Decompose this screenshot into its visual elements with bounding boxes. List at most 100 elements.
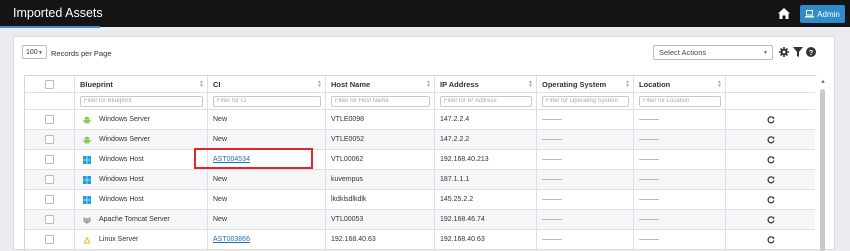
column-header-blueprint[interactable]: Blueprint ▲ ▼ (75, 76, 208, 92)
blueprint-cell: Apache Tomcat Server (75, 210, 208, 229)
ci-link[interactable]: AST003866 (213, 236, 250, 243)
row-checkbox[interactable] (45, 175, 54, 184)
table-row[interactable]: Windows Server New VTLE0052 147.2.2.2 ——… (25, 130, 815, 150)
column-header-ip-address[interactable]: IP Address ▲ ▼ (435, 76, 537, 92)
host-name-cell: VTL00053 (326, 210, 435, 229)
operating-system-cell: ——— (537, 130, 634, 149)
operating-system-cell: ——— (537, 190, 634, 209)
scrollbar-thumb[interactable] (820, 89, 825, 251)
top-bar: Imported Assets Admin (0, 0, 850, 28)
page-size-value: 100 (26, 48, 38, 56)
filter-cell (537, 93, 634, 109)
table-row[interactable]: Windows Host New kuvempus 187.1.1.1 ——— … (25, 170, 815, 190)
ip-address-value: 147.2.2.4 (440, 116, 470, 123)
table-row[interactable]: Linux Server AST003866 192.168.40.63 192… (25, 230, 815, 250)
location-cell: ——— (634, 190, 726, 209)
ip-address-cell: 145.25.2.2 (435, 190, 537, 209)
filter-cell (75, 93, 208, 109)
scroll-up-arrow-icon[interactable]: ▲ (820, 79, 826, 85)
windows-icon (83, 195, 91, 204)
ip-address-cell: 192.168.46.74 (435, 210, 537, 229)
operating-system-cell: ——— (537, 110, 634, 129)
row-checkbox[interactable] (45, 215, 54, 224)
table-row[interactable]: Windows Server New VTLE0098 147.2.2.4 ——… (25, 110, 815, 130)
refresh-icon[interactable] (767, 195, 775, 204)
chevron-down-icon: ▼ (763, 50, 768, 56)
operating-system-cell: ——— (537, 230, 634, 249)
filter-ci-input[interactable] (213, 95, 321, 107)
ci-value: New (213, 116, 228, 123)
filter-host-name-input[interactable] (331, 95, 430, 107)
vertical-scrollbar[interactable]: ▲ (820, 79, 826, 251)
operating-system-value: ——— (542, 136, 562, 143)
ci-value: New (213, 196, 228, 203)
row-select-cell (25, 130, 75, 149)
ci-value: New (213, 176, 228, 183)
select-all-checkbox[interactable] (45, 79, 54, 89)
records-per-page-label: Records per Page (51, 49, 112, 58)
blueprint-cell: Windows Server (75, 110, 208, 129)
sort-icon: ▲ ▼ (199, 79, 204, 89)
android-icon (83, 116, 91, 124)
ci-cell: New (208, 110, 326, 129)
table-row[interactable]: Windows Host AST004534 VTL00062 192.168.… (25, 150, 815, 170)
ip-address-value: 145.25.2.2 (440, 196, 474, 203)
page-title: Imported Assets (13, 6, 103, 20)
table-row[interactable]: Apache Tomcat Server New VTL00053 192.16… (25, 210, 815, 230)
row-checkbox[interactable] (45, 135, 54, 144)
location-value: ——— (639, 156, 659, 163)
table-row[interactable]: Windows Host New lkdklsdlkdlk 145.25.2.2… (25, 190, 815, 210)
column-header-ci[interactable]: CI ▲ ▼ (208, 76, 326, 92)
svg-text:?: ? (809, 48, 814, 57)
table-filter-row (25, 93, 815, 110)
filter-cell (634, 93, 726, 109)
sort-icon: ▲ ▼ (528, 79, 533, 89)
column-header-host-name[interactable]: Host Name ▲ ▼ (326, 76, 435, 92)
filter-cell (326, 93, 435, 109)
row-checkbox[interactable] (45, 115, 54, 124)
refresh-icon[interactable] (767, 235, 775, 244)
page-size-select[interactable]: 100 ▼ (22, 45, 47, 59)
filter-operating-system-input[interactable] (542, 95, 629, 107)
ci-value: New (213, 216, 228, 223)
ip-address-value: 187.1.1.1 (440, 176, 470, 183)
row-actions-cell (726, 210, 815, 229)
refresh-icon[interactable] (767, 215, 775, 224)
header-select-all-cell (25, 76, 75, 92)
ip-address-cell: 192.168.40.63 (435, 230, 537, 249)
operating-system-value: ——— (542, 116, 562, 123)
sort-icon: ▲ ▼ (717, 79, 722, 89)
assets-table: Blueprint ▲ ▼ CI ▲ ▼ Host Name ▲ ▼ IP Address ▲… (24, 75, 815, 251)
column-header-location[interactable]: Location ▲ ▼ (634, 76, 726, 92)
ip-address-value: 192.168.46.74 (440, 216, 485, 223)
row-actions-cell (726, 150, 815, 169)
row-checkbox[interactable] (45, 195, 54, 204)
filter-location-input[interactable] (639, 95, 721, 107)
admin-button[interactable]: Admin (800, 5, 845, 23)
blueprint-name: Windows Server (99, 136, 150, 143)
refresh-icon[interactable] (767, 155, 775, 164)
filter-icon[interactable] (793, 47, 803, 57)
row-checkbox[interactable] (45, 155, 54, 164)
refresh-icon[interactable] (767, 115, 775, 124)
help-icon[interactable]: ? (806, 47, 816, 57)
refresh-icon[interactable] (767, 135, 775, 144)
refresh-icon[interactable] (767, 175, 775, 184)
laptop-icon (805, 10, 815, 18)
host-name-cell: VTLE0098 (326, 110, 435, 129)
ci-cell: AST003866 (208, 230, 326, 249)
android-icon (83, 136, 91, 144)
home-icon[interactable] (778, 8, 790, 19)
operating-system-value: ——— (542, 236, 562, 243)
column-header-operating-system[interactable]: Operating System ▲ ▼ (537, 76, 634, 92)
row-actions-cell (726, 110, 815, 129)
row-checkbox[interactable] (45, 235, 54, 244)
filter-spacer-cell (726, 93, 815, 109)
admin-label: Admin (817, 9, 840, 19)
select-actions-dropdown[interactable]: Select Actions ▼ (653, 45, 773, 60)
windows-icon (83, 175, 91, 184)
filter-ip-address-input[interactable] (440, 95, 532, 107)
filter-blueprint-input[interactable] (80, 95, 203, 107)
gear-icon[interactable] (779, 47, 789, 57)
location-cell: ——— (634, 170, 726, 189)
